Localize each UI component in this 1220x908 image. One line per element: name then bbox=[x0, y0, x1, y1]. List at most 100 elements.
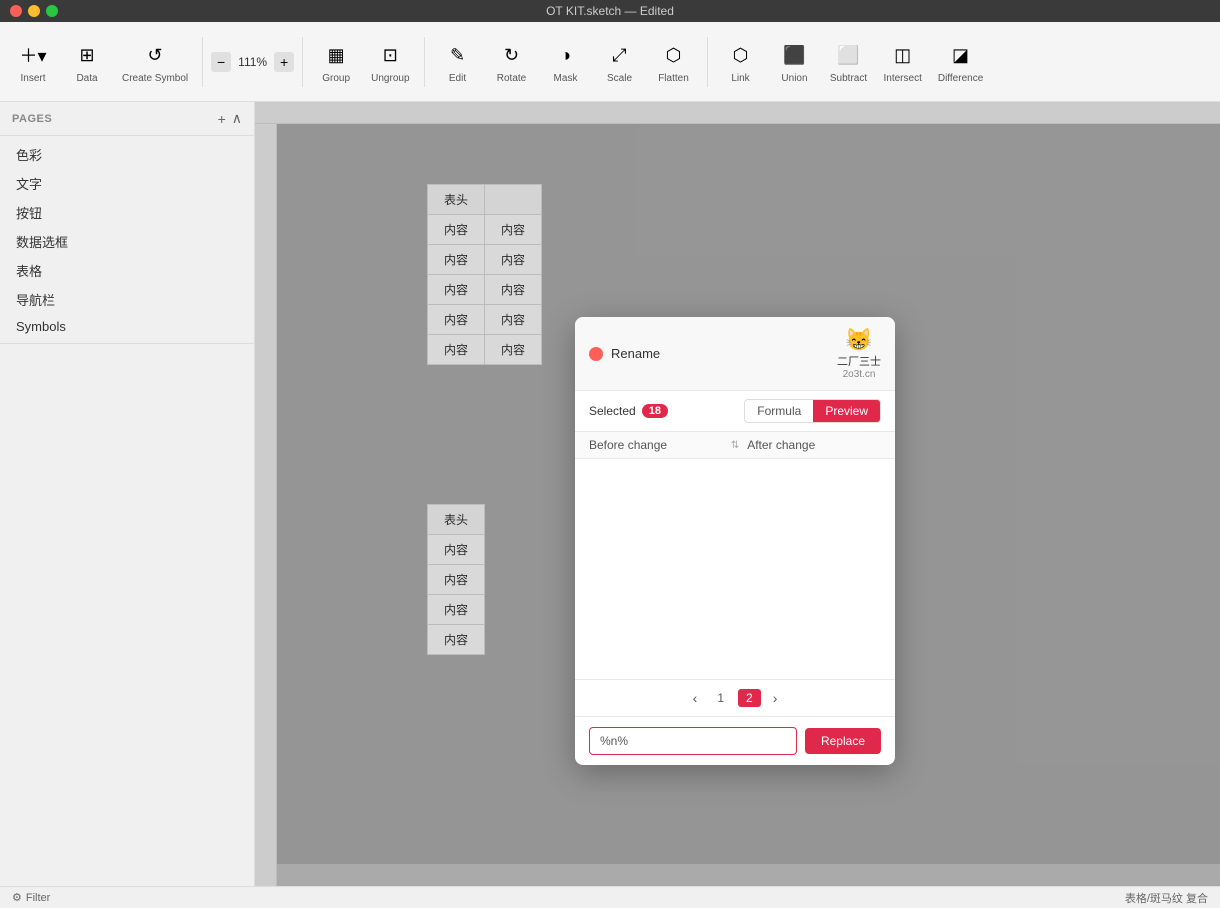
selected-count-badge: 18 bbox=[642, 404, 668, 418]
difference-icon: ◪ bbox=[945, 39, 977, 71]
sidebar-header: PAGES + ∧ bbox=[0, 102, 254, 136]
modal-tabs-bar: Selected 18 Formula Preview bbox=[575, 391, 895, 432]
tab-preview-button[interactable]: Preview bbox=[813, 400, 880, 422]
layer-panel bbox=[0, 344, 254, 886]
canvas[interactable]: 表头 内容内容 内容内容 内容内容 内容内容 内容内容 表头 内容 bbox=[255, 102, 1220, 886]
modal-close-button[interactable] bbox=[589, 347, 603, 361]
sidebar-page-item[interactable]: 表格 bbox=[0, 256, 254, 285]
modal-rows bbox=[575, 459, 895, 679]
replace-input[interactable] bbox=[589, 727, 797, 755]
link-label: Link bbox=[731, 73, 749, 84]
link-icon: ⬡ bbox=[725, 39, 757, 71]
sidebar-page-item[interactable]: 导航栏 bbox=[0, 285, 254, 314]
rename-modal: Rename 😸 二厂三士 2o3t.cn Selected 18 bbox=[575, 317, 895, 765]
group-label: Group bbox=[322, 73, 350, 84]
tab-formula-button[interactable]: Formula bbox=[745, 400, 813, 422]
data-label: Data bbox=[76, 73, 97, 84]
titlebar: OT KIT.sketch — Edited bbox=[0, 0, 1220, 22]
col-before-label: Before change bbox=[589, 438, 723, 452]
selected-badge: Selected 18 bbox=[589, 404, 668, 418]
sidebar-page-item[interactable]: Symbols bbox=[0, 314, 254, 339]
sidebar-page-item[interactable]: 文字 bbox=[0, 169, 254, 198]
data-icon: ⊞ bbox=[71, 39, 103, 71]
data-tool[interactable]: ⊞ Data bbox=[62, 35, 112, 88]
toolbar: ＋▾ Insert ⊞ Data ↺ Create Symbol − 111% … bbox=[0, 22, 1220, 102]
modal-footer: Replace bbox=[575, 716, 895, 765]
create-symbol-tool[interactable]: ↺ Create Symbol bbox=[116, 35, 194, 88]
difference-tool[interactable]: ◪ Difference bbox=[932, 35, 989, 88]
pagination-page-2[interactable]: 2 bbox=[738, 689, 761, 707]
collapse-button[interactable]: ∧ bbox=[232, 110, 242, 127]
modal-header: Rename 😸 二厂三士 2o3t.cn bbox=[575, 317, 895, 391]
mask-tool[interactable]: ◑ Mask bbox=[541, 35, 591, 88]
zoom-out-button[interactable]: − bbox=[211, 52, 231, 72]
mask-label: Mask bbox=[554, 73, 578, 84]
col-after-label: After change bbox=[747, 438, 881, 452]
pagination-prev-button[interactable]: ‹ bbox=[687, 688, 704, 708]
pagination-page-1[interactable]: 1 bbox=[709, 689, 732, 707]
modal-overlay: Rename 😸 二厂三士 2o3t.cn Selected 18 bbox=[255, 102, 1220, 886]
subtract-label: Subtract bbox=[830, 73, 867, 84]
subtract-tool[interactable]: ⬜ Subtract bbox=[824, 35, 874, 88]
flatten-label: Flatten bbox=[658, 73, 689, 84]
rotate-tool[interactable]: ↻ Rotate bbox=[487, 35, 537, 88]
subtract-icon: ⬜ bbox=[833, 39, 865, 71]
intersect-tool[interactable]: ◫ Intersect bbox=[878, 35, 928, 88]
close-traffic-light[interactable] bbox=[10, 5, 22, 17]
scale-tool[interactable]: ⤢ Scale bbox=[595, 35, 645, 88]
cat-icon: 😸 bbox=[845, 327, 872, 353]
link-tool[interactable]: ⬡ Link bbox=[716, 35, 766, 88]
group-tool[interactable]: ▦ Group bbox=[311, 35, 361, 88]
add-page-button[interactable]: + bbox=[218, 110, 226, 127]
flatten-tool[interactable]: ⬡ Flatten bbox=[649, 35, 699, 88]
edit-icon: ✎ bbox=[442, 39, 474, 71]
sidebar: PAGES + ∧ 色彩文字按钮数据选框表格导航栏Symbols bbox=[0, 102, 255, 886]
union-icon: ⬛ bbox=[779, 39, 811, 71]
minimize-traffic-light[interactable] bbox=[28, 5, 40, 17]
layer-info: 表格/斑马纹 复合 bbox=[1125, 890, 1208, 906]
union-label: Union bbox=[781, 73, 807, 84]
pagination-next-button[interactable]: › bbox=[767, 688, 784, 708]
replace-button[interactable]: Replace bbox=[805, 728, 881, 754]
cat-title: 二厂三士 bbox=[837, 353, 881, 369]
union-tool[interactable]: ⬛ Union bbox=[770, 35, 820, 88]
maximize-traffic-light[interactable] bbox=[46, 5, 58, 17]
create-symbol-label: Create Symbol bbox=[122, 73, 188, 84]
edit-label: Edit bbox=[449, 73, 466, 84]
main-area: PAGES + ∧ 色彩文字按钮数据选框表格导航栏Symbols 表头 bbox=[0, 102, 1220, 886]
traffic-lights bbox=[10, 5, 58, 17]
insert-tool[interactable]: ＋▾ Insert bbox=[8, 35, 58, 88]
filter-label: Filter bbox=[26, 892, 50, 904]
filter-icon: ⚙ bbox=[12, 891, 22, 904]
scale-icon: ⤢ bbox=[604, 39, 636, 71]
insert-icon: ＋▾ bbox=[17, 39, 49, 71]
modal-title-area: Rename bbox=[589, 346, 660, 361]
sidebar-page-item[interactable]: 数据选框 bbox=[0, 227, 254, 256]
toolbar-divider-4 bbox=[707, 37, 708, 87]
modal-cat-branding: 😸 二厂三士 2o3t.cn bbox=[837, 327, 881, 380]
zoom-value: 111% bbox=[235, 55, 270, 69]
create-symbol-icon: ↺ bbox=[139, 39, 171, 71]
difference-label: Difference bbox=[938, 73, 983, 84]
tab-buttons: Formula Preview bbox=[744, 399, 881, 423]
cat-site: 2o3t.cn bbox=[843, 369, 876, 380]
zoom-group: − 111% + bbox=[211, 52, 294, 72]
rotate-icon: ↻ bbox=[496, 39, 528, 71]
zoom-in-button[interactable]: + bbox=[274, 52, 294, 72]
sidebar-page-item[interactable]: 色彩 bbox=[0, 140, 254, 169]
modal-table-header: Before change ⇅ After change bbox=[575, 432, 895, 459]
toolbar-divider-2 bbox=[302, 37, 303, 87]
mask-icon: ◑ bbox=[550, 39, 582, 71]
window-title: OT KIT.sketch — Edited bbox=[546, 4, 674, 18]
edit-tool[interactable]: ✎ Edit bbox=[433, 35, 483, 88]
ungroup-tool[interactable]: ⊡ Ungroup bbox=[365, 35, 415, 88]
sidebar-page-item[interactable]: 按钮 bbox=[0, 198, 254, 227]
toolbar-divider-3 bbox=[424, 37, 425, 87]
flatten-icon: ⬡ bbox=[658, 39, 690, 71]
page-list: 色彩文字按钮数据选框表格导航栏Symbols bbox=[0, 136, 254, 344]
insert-label: Insert bbox=[20, 73, 45, 84]
filter-button[interactable]: ⚙ Filter bbox=[12, 891, 50, 904]
bottombar: ⚙ Filter 表格/斑马纹 复合 bbox=[0, 886, 1220, 908]
group-icon: ▦ bbox=[320, 39, 352, 71]
ungroup-label: Ungroup bbox=[371, 73, 409, 84]
